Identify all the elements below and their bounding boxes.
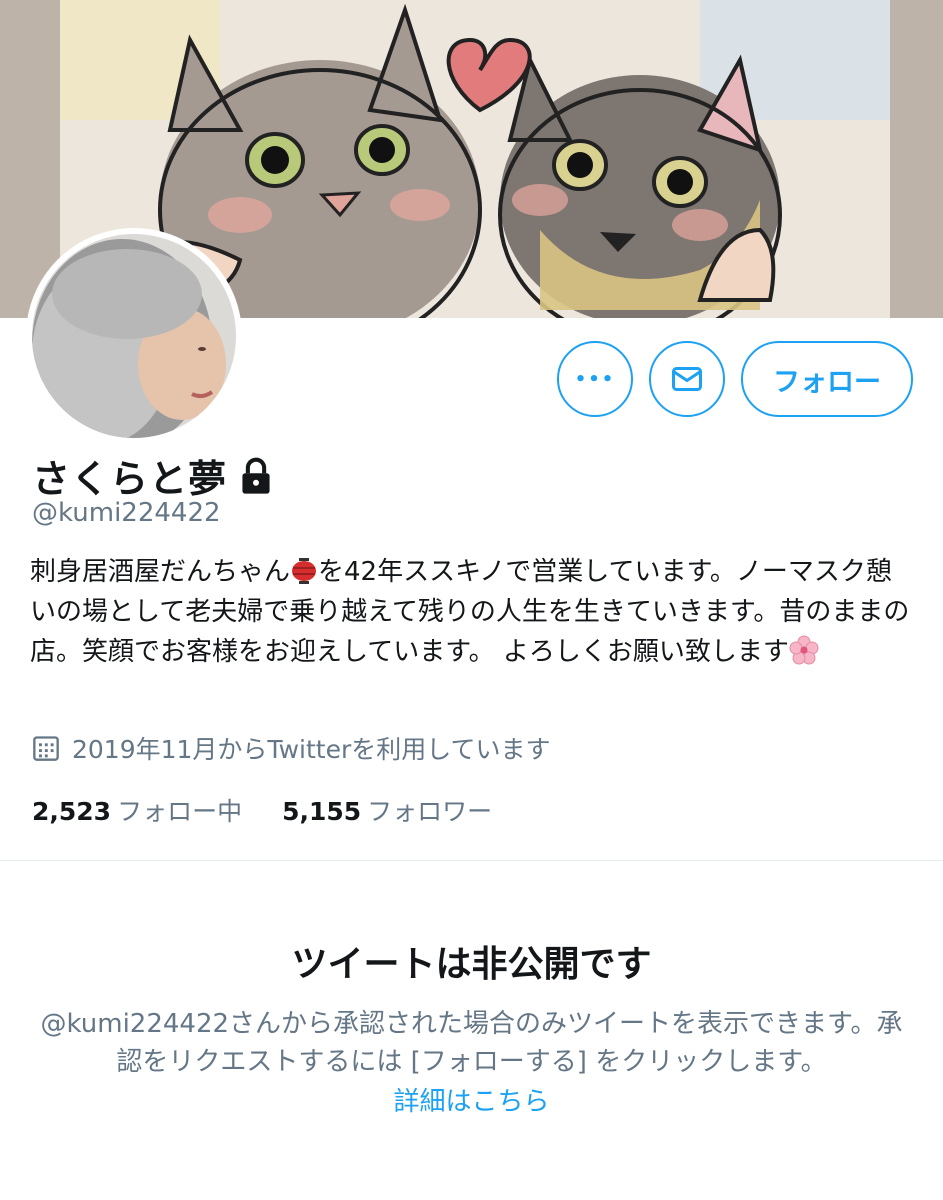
private-tweets-title: ツイートは非公開です xyxy=(291,944,652,985)
followers-stat[interactable]: 5,155 フォロワー xyxy=(282,792,492,828)
avatar-image xyxy=(32,234,236,438)
learn-more-link[interactable]: 詳細はこちら xyxy=(0,1081,943,1118)
cherry-blossom-emoji xyxy=(789,635,819,665)
following-label: フォロー中 xyxy=(117,797,243,826)
lantern-emoji xyxy=(292,558,317,584)
more-options-button[interactable]: ••• xyxy=(557,341,633,417)
message-button[interactable] xyxy=(649,341,725,417)
following-stat[interactable]: 2,523 フォロー中 xyxy=(32,792,242,828)
follow-button-label: フォロー xyxy=(773,366,881,398)
followers-label: フォロワー xyxy=(367,797,493,826)
mail-icon xyxy=(672,367,702,391)
profile-actions: ••• フォロー xyxy=(557,341,913,417)
private-tweets-message: @kumi224422さんから承認された場合のみツイートを表示できます。承認をリ… xyxy=(40,1009,903,1077)
more-icon: ••• xyxy=(574,368,616,390)
profile-handle: @kumi224422 xyxy=(32,498,221,528)
profile-name-row: さくらと夢 xyxy=(32,448,273,503)
bio-text-1: 刺身居酒屋だんちゃん xyxy=(30,557,291,587)
profile-avatar[interactable] xyxy=(26,228,242,444)
follow-stats: 2,523 フォロー中 5,155 フォロワー xyxy=(32,792,492,828)
lock-icon xyxy=(242,457,270,494)
following-count: 2,523 xyxy=(32,797,112,826)
joined-text: 2019年11月からTwitterを利用しています xyxy=(72,735,551,764)
calendar-icon xyxy=(33,736,59,761)
joined-date: 2019年11月からTwitterを利用しています xyxy=(32,730,550,766)
profile-bio: 刺身居酒屋だんちゃん を42年ススキノで営業しています。ノーマスク憩いの場として… xyxy=(30,552,910,672)
section-divider xyxy=(0,860,943,861)
followers-count: 5,155 xyxy=(282,797,362,826)
follow-button[interactable]: フォロー xyxy=(741,341,913,417)
profile-name: さくらと夢 xyxy=(32,457,228,501)
